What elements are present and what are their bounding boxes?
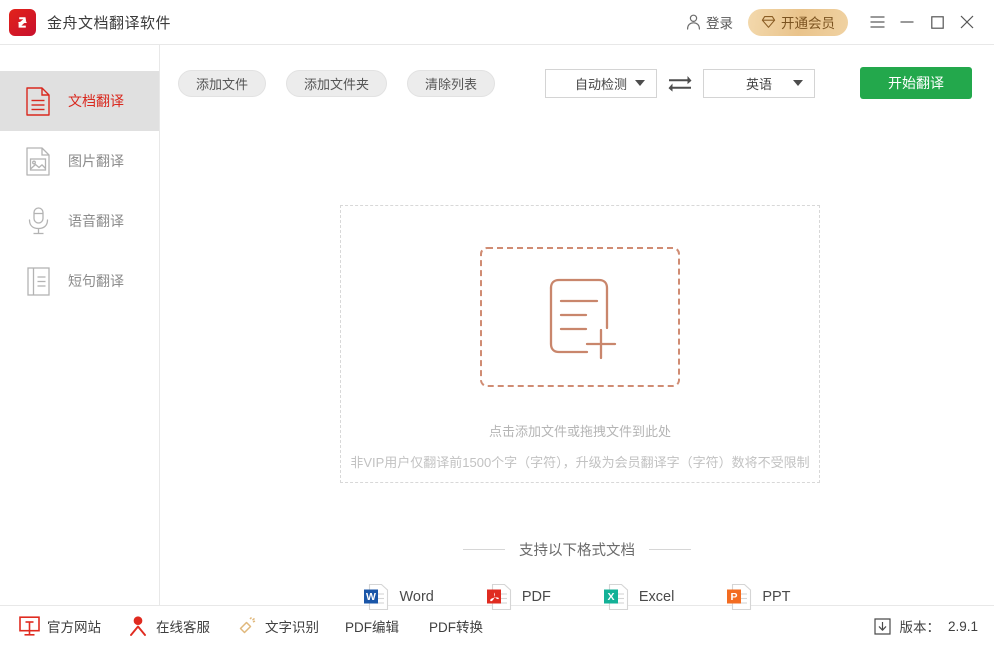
sidebar-item-label: 语音翻译	[68, 211, 124, 231]
svg-text:P: P	[731, 591, 738, 603]
language-selector-group: 自动检测 英语	[545, 69, 815, 98]
sidebar: 文档翻译 图片翻译	[0, 45, 160, 605]
add-file-button[interactable]: 添加文件	[178, 70, 266, 97]
maximize-icon[interactable]	[922, 7, 952, 37]
app-logo-icon	[9, 9, 36, 36]
minimize-icon[interactable]	[892, 7, 922, 37]
vip-upgrade-button[interactable]: 开通会员	[748, 9, 848, 36]
image-document-icon	[24, 145, 52, 177]
microphone-icon	[24, 205, 52, 237]
format-label: Excel	[639, 589, 674, 605]
footer-item-label: PDF转换	[429, 616, 483, 636]
footer-item-label: 在线客服	[156, 616, 210, 636]
chevron-down-icon	[793, 80, 803, 86]
format-label: PPT	[762, 589, 790, 605]
format-item-excel: X Excel	[603, 583, 674, 611]
title-bar: 金舟文档翻译软件 登录 开通会员	[0, 0, 994, 45]
footer-item-pdf-convert[interactable]: PDF转换	[429, 616, 483, 636]
chevron-down-icon	[635, 80, 645, 86]
footer-bar: 官方网站 在线客服 文字识别 PDF编	[0, 605, 994, 646]
version-number: 2.9.1	[948, 619, 978, 634]
footer-item-label: 文字识别	[265, 616, 319, 636]
document-icon	[24, 85, 52, 117]
sidebar-item-label: 文档翻译	[68, 91, 124, 111]
dropzone-hint-primary: 点击添加文件或拖拽文件到此处	[489, 421, 671, 440]
body-region: 文档翻译 图片翻译	[0, 45, 994, 605]
format-item-word: W Word	[363, 583, 433, 611]
source-language-value: 自动检测	[575, 74, 627, 93]
target-language-select[interactable]: 英语	[703, 69, 815, 98]
download-icon	[874, 618, 891, 635]
format-label: PDF	[522, 589, 551, 605]
close-icon[interactable]	[952, 7, 982, 37]
swap-arrows-icon[interactable]	[657, 75, 703, 92]
support-person-icon	[127, 615, 149, 637]
divider-right	[649, 549, 691, 550]
app-title: 金舟文档翻译软件	[47, 12, 171, 33]
svg-text:X: X	[607, 591, 614, 603]
file-drop-zone[interactable]: 点击添加文件或拖拽文件到此处 非VIP用户仅翻译前1500个字（字符），升级为会…	[340, 205, 820, 483]
ppt-file-icon: P	[726, 583, 752, 611]
hamburger-menu-icon[interactable]	[862, 7, 892, 37]
footer-item-official-website[interactable]: 官方网站	[18, 615, 101, 637]
excel-file-icon: X	[603, 583, 629, 611]
ocr-icon	[236, 615, 258, 637]
text-lines-icon	[24, 265, 52, 297]
format-item-ppt: P PPT	[726, 583, 790, 611]
main-panel: 添加文件 添加文件夹 清除列表 自动检测 英语	[160, 45, 994, 605]
format-label: Word	[399, 589, 433, 605]
add-document-icon	[542, 274, 618, 360]
start-translate-button[interactable]: 开始翻译	[860, 67, 972, 99]
supported-formats-header: 支持以下格式文档	[160, 539, 994, 560]
version-indicator[interactable]: 版本： 2.9.1	[874, 616, 978, 636]
format-item-pdf: PDF	[486, 583, 551, 611]
dropzone-hint-secondary: 非VIP用户仅翻译前1500个字（字符），升级为会员翻译字（字符）数将不受限制	[350, 452, 809, 471]
target-language-value: 英语	[746, 74, 772, 93]
footer-item-pdf-edit[interactable]: PDF编辑	[345, 616, 399, 636]
application-window: 金舟文档翻译软件 登录 开通会员	[0, 0, 994, 646]
footer-item-label: PDF编辑	[345, 616, 399, 636]
sidebar-item-label: 图片翻译	[68, 151, 124, 171]
footer-item-online-support[interactable]: 在线客服	[127, 615, 210, 637]
diamond-icon	[761, 15, 776, 29]
source-language-select[interactable]: 自动检测	[545, 69, 657, 98]
login-button[interactable]: 登录	[680, 8, 739, 36]
sidebar-item-label: 短句翻译	[68, 271, 124, 291]
version-label: 版本：	[899, 616, 940, 636]
footer-item-text-recognition[interactable]: 文字识别	[236, 615, 319, 637]
sidebar-item-phrase-translation[interactable]: 短句翻译	[0, 251, 159, 311]
add-folder-button[interactable]: 添加文件夹	[286, 70, 387, 97]
sidebar-item-document-translation[interactable]: 文档翻译	[0, 71, 159, 131]
supported-formats-list: W Word	[160, 583, 994, 611]
monitor-icon	[18, 615, 40, 637]
user-icon	[686, 14, 701, 30]
pdf-file-icon	[486, 583, 512, 611]
toolbar: 添加文件 添加文件夹 清除列表 自动检测 英语	[160, 45, 994, 121]
supported-formats-title: 支持以下格式文档	[519, 539, 635, 560]
vip-label: 开通会员	[781, 12, 835, 32]
word-file-icon: W	[363, 583, 389, 611]
file-drop-target[interactable]	[480, 247, 680, 387]
sidebar-item-image-translation[interactable]: 图片翻译	[0, 131, 159, 191]
login-label: 登录	[706, 12, 733, 32]
footer-item-label: 官方网站	[47, 616, 101, 636]
window-controls	[862, 7, 982, 37]
divider-left	[463, 549, 505, 550]
clear-list-button[interactable]: 清除列表	[407, 70, 495, 97]
svg-text:W: W	[367, 591, 377, 603]
content-area: 点击添加文件或拖拽文件到此处 非VIP用户仅翻译前1500个字（字符），升级为会…	[160, 121, 994, 605]
sidebar-item-voice-translation[interactable]: 语音翻译	[0, 191, 159, 251]
